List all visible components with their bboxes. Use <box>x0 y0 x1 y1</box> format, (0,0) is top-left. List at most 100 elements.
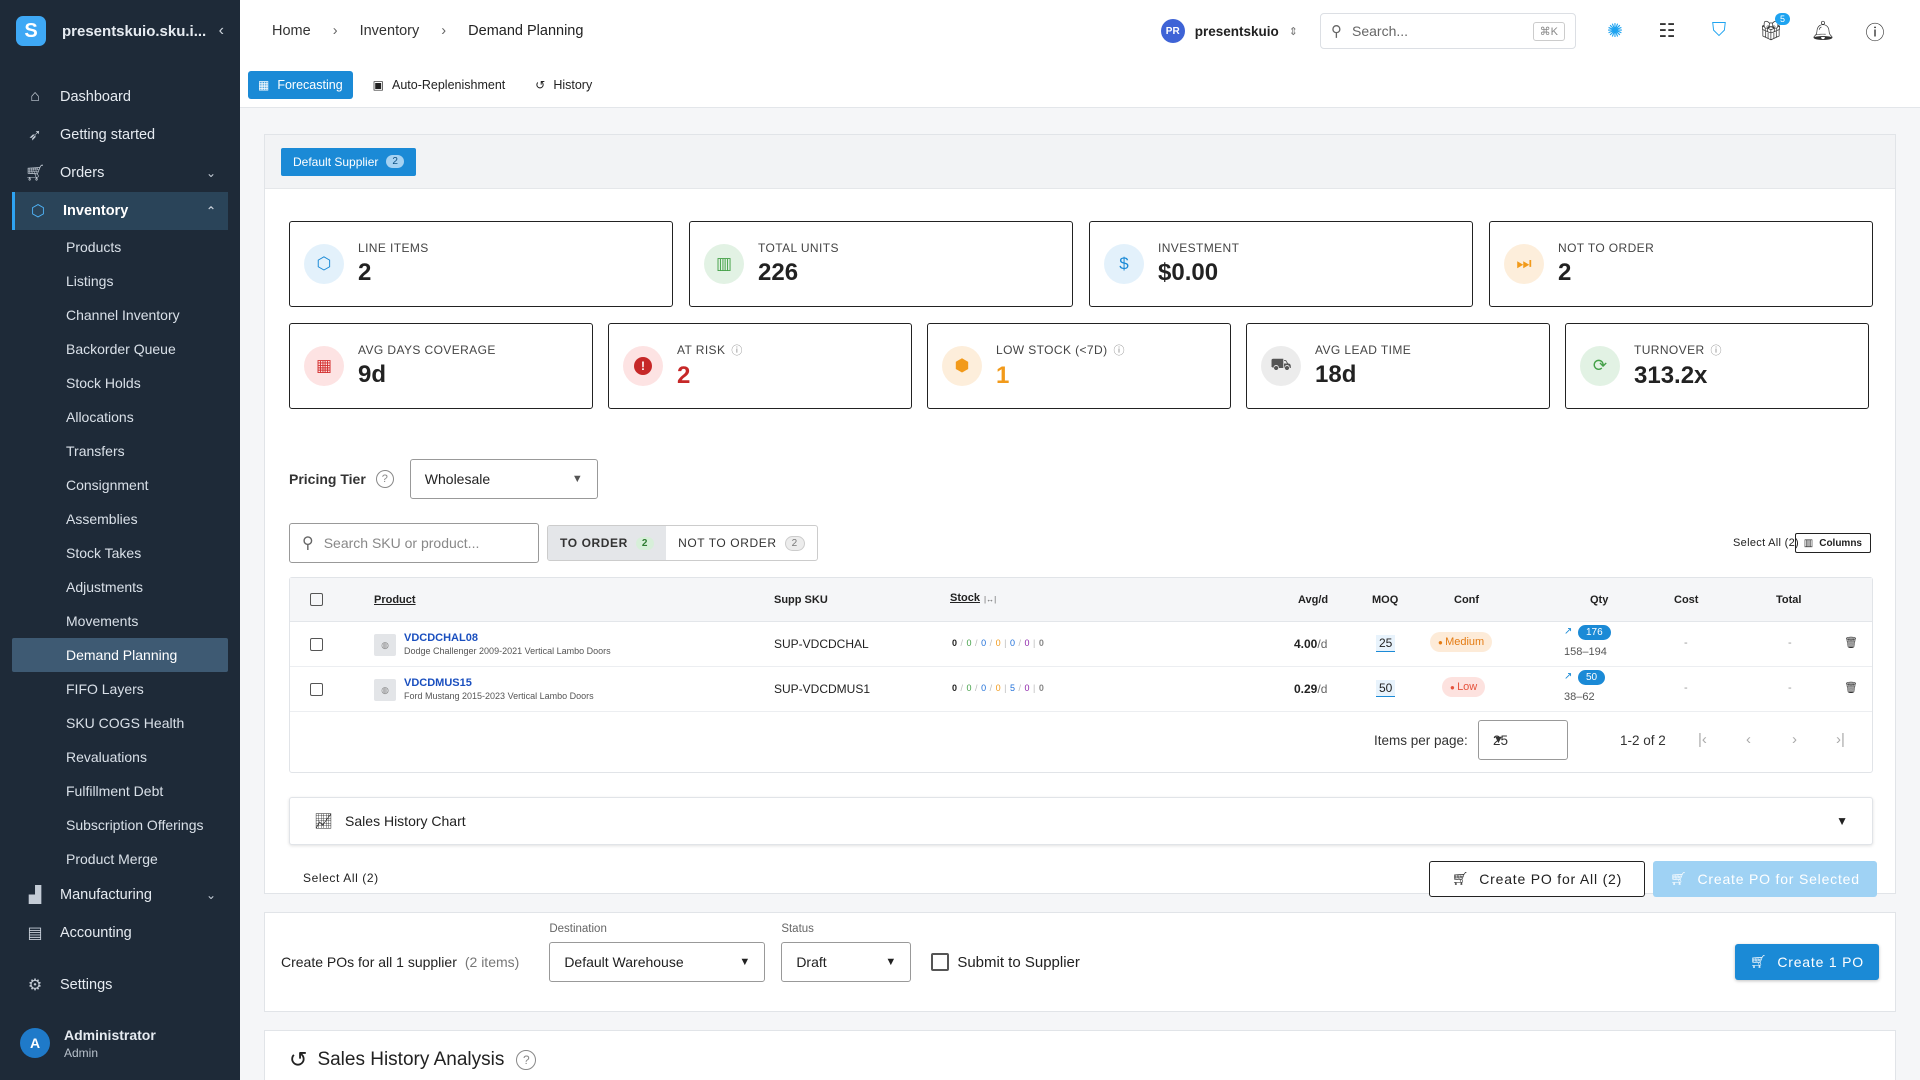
bell-icon[interactable]: 🔔︎ <box>1810 19 1836 43</box>
sidebar-item-settings[interactable]: ⚙ Settings <box>0 966 240 1004</box>
destination-field: Destination Default Warehouse ▼ <box>549 923 766 982</box>
order-qty-badge[interactable]: 50 <box>1578 670 1606 685</box>
col-avg[interactable]: Avg/d <box>1298 594 1328 606</box>
help-icon[interactable]: ? <box>516 1050 537 1070</box>
row-checkbox[interactable] <box>310 683 323 696</box>
create-po-all-button[interactable]: 🛒︎ Create PO for All (2) <box>1429 861 1645 897</box>
help-icon[interactable]: ⓘ <box>1113 345 1124 357</box>
trash-icon[interactable]: 🗑︎ <box>1844 681 1858 694</box>
account-switch-icon[interactable]: ⇕ <box>1289 25 1298 38</box>
submit-checkbox[interactable] <box>931 953 950 971</box>
product-sku-link[interactable]: VDCDCHAL08 <box>404 632 478 644</box>
create-po-button[interactable]: 🛒︎ Create 1 PO <box>1735 944 1879 980</box>
help-icon[interactable]: ⓘ <box>1711 345 1722 357</box>
collapse-sidebar-icon[interactable]: ‹ <box>219 22 224 40</box>
sidebar-subitem-adjustments[interactable]: Adjustments <box>0 570 240 604</box>
header-actions: PR presentskuio ⇕ ⚲ Search... ⌘K ✺ ☷ ⛉ 🎁… <box>1160 13 1888 49</box>
sidebar-subitem-backorder-queue[interactable]: Backorder Queue <box>0 332 240 366</box>
col-product[interactable]: Product <box>374 594 416 606</box>
sales-history-chart-panel[interactable]: 📈︎ Sales History Chart ▼ <box>289 797 1873 845</box>
sidebar-item-manufacturing[interactable]: ▟ Manufacturing ⌄ <box>0 876 240 914</box>
items-per-page-select[interactable]: 25 ▼ <box>1478 720 1568 760</box>
breadcrumb-home[interactable]: Home <box>272 23 311 39</box>
col-conf[interactable]: Conf <box>1454 594 1479 606</box>
destination-select[interactable]: Default Warehouse ▼ <box>549 942 766 982</box>
sku-search-input[interactable]: ⚲ Search SKU or product... <box>289 523 539 563</box>
account-name[interactable]: presentskuio <box>1195 24 1279 39</box>
moq-value[interactable]: 50 <box>1376 680 1396 697</box>
sidebar-subitem-sku-cogs-health[interactable]: SKU COGS Health <box>0 706 240 740</box>
col-total[interactable]: Total <box>1776 594 1801 606</box>
prev-page-icon[interactable]: ‹ <box>1746 731 1751 748</box>
help-icon[interactable]: ⓘ <box>731 345 742 357</box>
gift-icon[interactable]: 🎁︎ 5 <box>1758 13 1790 43</box>
status-select[interactable]: Draft ▼ <box>781 942 912 982</box>
pricing-tier-select[interactable]: Wholesale ▼ <box>409 459 598 499</box>
col-moq[interactable]: MOQ <box>1372 594 1398 606</box>
search-placeholder: Search... <box>1352 23 1409 39</box>
stat-card-turnover: ⟳ TURNOVER ⓘ 313.2x <box>1565 323 1869 409</box>
tab-history[interactable]: ↺ History <box>525 71 602 99</box>
help-icon[interactable]: ⓘ <box>1862 18 1888 45</box>
col-qty[interactable]: Qty <box>1590 594 1608 606</box>
sidebar-item-inventory[interactable]: ⬡ Inventory ⌃ <box>12 192 228 230</box>
tasks-icon[interactable]: ☷ <box>1654 20 1680 43</box>
sidebar-subitem-product-merge[interactable]: Product Merge <box>0 842 240 876</box>
sidebar-subitem-products[interactable]: Products <box>0 230 240 264</box>
sidebar-subitem-subscription-offerings[interactable]: Subscription Offerings <box>0 808 240 842</box>
trash-icon[interactable]: 🗑︎ <box>1844 636 1858 649</box>
help-icon[interactable]: ? <box>375 470 394 488</box>
col-supp-sku[interactable]: Supp SKU <box>774 594 828 606</box>
stat-card-not-to-order: ⏭︎ NOT TO ORDER 2 <box>1489 221 1873 307</box>
sidebar-subitem-revaluations[interactable]: Revaluations <box>0 740 240 774</box>
columns-button[interactable]: ▥ Columns <box>1794 533 1871 553</box>
sidebar-item-accounting[interactable]: ▤ Accounting <box>0 914 240 952</box>
last-page-icon[interactable]: ›| <box>1836 731 1845 748</box>
sidebar-subitem-fifo-layers[interactable]: FIFO Layers <box>0 672 240 706</box>
sidebar-subitem-assemblies[interactable]: Assemblies <box>0 502 240 536</box>
sidebar-subitem-transfers[interactable]: Transfers <box>0 434 240 468</box>
user-profile[interactable]: A Administrator Admin <box>0 1006 240 1080</box>
breadcrumb-inventory[interactable]: Inventory <box>360 23 420 39</box>
col-stock[interactable]: Stock <box>950 592 980 604</box>
select-all-link[interactable]: Select All (2) <box>1733 537 1799 549</box>
sidebar-subitem-stock-holds[interactable]: Stock Holds <box>0 366 240 400</box>
product-sku-link[interactable]: VDCDMUS15 <box>404 677 472 689</box>
col-cost[interactable]: Cost <box>1674 594 1698 606</box>
select-all-bottom[interactable]: Select All (2) <box>303 871 379 885</box>
submit-to-supplier[interactable]: Submit to Supplier <box>931 953 1080 971</box>
sidebar-subitem-movements[interactable]: Movements <box>0 604 240 638</box>
order-qty-badge[interactable]: 176 <box>1578 625 1611 640</box>
sidebar-subitem-allocations[interactable]: Allocations <box>0 400 240 434</box>
global-search[interactable]: ⚲ Search... ⌘K <box>1320 13 1576 49</box>
tab-auto-replenishment[interactable]: ▣ Auto-Replenishment <box>363 71 516 99</box>
stat-label: NOT TO ORDER <box>1558 241 1654 255</box>
chevron-down-icon: ⌄ <box>205 166 216 180</box>
account-avatar[interactable]: PR <box>1160 19 1185 43</box>
sidebar-subitem-channel-inventory[interactable]: Channel Inventory <box>0 298 240 332</box>
supplier-tab-default[interactable]: Default Supplier 2 <box>281 147 416 176</box>
workspace-name[interactable]: presentskuio.sku.i... <box>62 23 219 40</box>
first-page-icon[interactable]: |‹ <box>1698 731 1707 748</box>
ai-sparkle-icon[interactable]: ✺ <box>1602 20 1628 43</box>
sidebar-subitem-demand-planning[interactable]: Demand Planning <box>12 638 228 672</box>
select-all-checkbox[interactable] <box>310 593 323 606</box>
row-checkbox[interactable] <box>310 638 323 651</box>
inventory-subnav: Products Listings Channel Inventory Backord… <box>0 230 240 876</box>
tab-forecasting[interactable]: ▦ Forecasting <box>248 70 353 99</box>
table-filters: ⚲ Search SKU or product... TO ORDER 2 NO… <box>289 523 818 563</box>
sidebar-item-orders[interactable]: 🛒︎ Orders ⌄ <box>0 154 240 192</box>
sidebar-item-getting-started[interactable]: ➶ Getting started <box>0 116 240 154</box>
moq-value[interactable]: 25 <box>1376 635 1396 652</box>
sidebar-subitem-consignment[interactable]: Consignment <box>0 468 240 502</box>
sidebar-subitem-fulfillment-debt[interactable]: Fulfillment Debt <box>0 774 240 808</box>
next-page-icon[interactable]: › <box>1792 731 1797 748</box>
not-to-order-toggle[interactable]: NOT TO ORDER 2 <box>666 526 817 560</box>
sidebar-item-dashboard[interactable]: ⌂ Dashboard <box>0 78 240 116</box>
shield-icon[interactable]: ⛉ <box>1706 20 1732 42</box>
sidebar-subitem-stock-takes[interactable]: Stock Takes <box>0 536 240 570</box>
stock-expand-icon[interactable]: |↔| <box>984 595 996 604</box>
to-order-toggle[interactable]: TO ORDER 2 <box>548 526 667 560</box>
sidebar-subitem-listings[interactable]: Listings <box>0 264 240 298</box>
create-po-selected-button[interactable]: 🛒︎ Create PO for Selected <box>1653 861 1877 897</box>
